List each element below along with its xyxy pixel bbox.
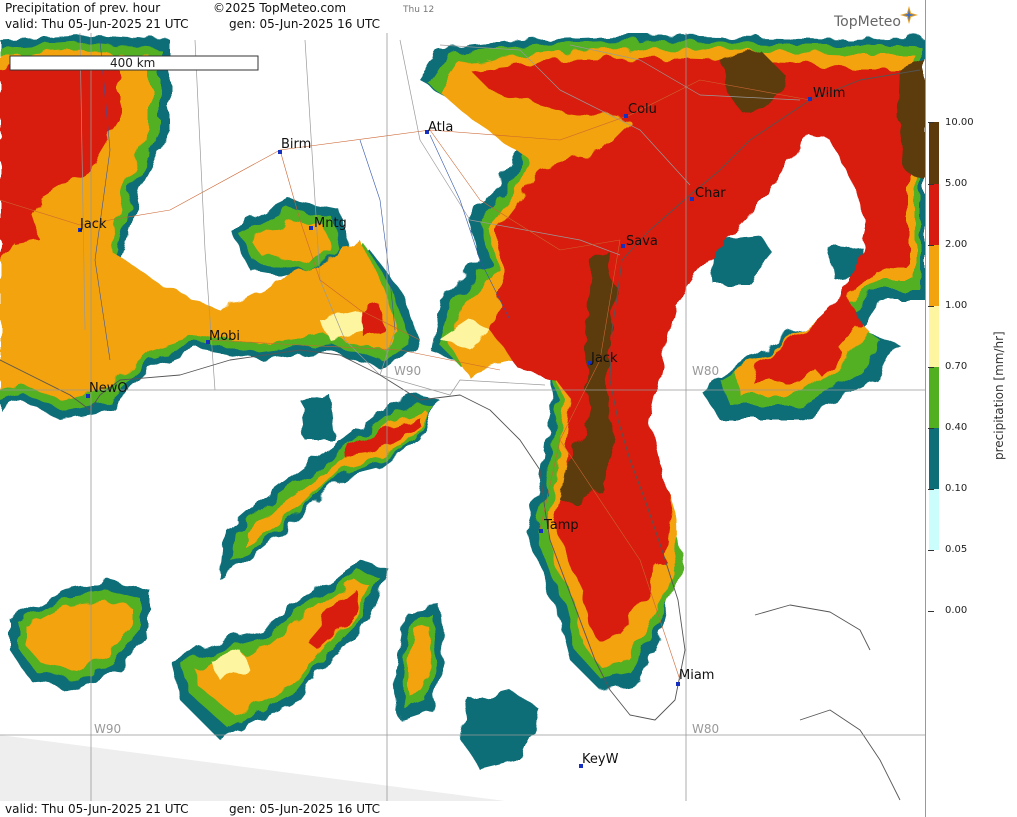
legend-title: precipitation [mm/hr] (992, 331, 1006, 460)
legend-tick (928, 611, 934, 612)
legend-level-5: 5.00 (945, 178, 968, 189)
map-header: Precipitation of prev. hour ©2025 TopMet… (0, 0, 925, 33)
legend-tick (928, 428, 934, 429)
legend-level-1: 1.00 (945, 300, 968, 311)
footer-valid-time: valid: Thu 05-Jun-2025 21 UTC (5, 802, 189, 816)
precipitation-map: 400 km W90 W80 W90 W80 Atla Birm Mntg Ja… (0, 33, 925, 803)
map-footer: valid: Thu 05-Jun-2025 21 UTC gen: 05-Ju… (0, 801, 925, 817)
city-label-jackson-ms: Jack (79, 217, 107, 232)
legend-level-04: 0.40 (945, 422, 968, 433)
city-label-jacksonville: Jack (590, 351, 618, 366)
city-label-newo: NewO (89, 381, 128, 396)
city-label-sava: Sava (626, 234, 658, 249)
city-label-mntg: Mntg (314, 216, 347, 231)
precip-layer (0, 35, 925, 770)
valid-time: valid: Thu 05-Jun-2025 21 UTC (5, 17, 189, 31)
city-label-mobi: Mobi (209, 329, 240, 344)
city-label-char: Char (695, 186, 726, 201)
city-label-miam: Miam (679, 668, 714, 683)
legend-tick (928, 489, 934, 490)
legend-tick (928, 550, 934, 551)
meridian-label-w80-bottom: W80 (692, 722, 719, 736)
city-label-tamp: Tamp (543, 518, 579, 533)
scale-label: 400 km (110, 56, 155, 70)
legend-level-10: 10.00 (945, 117, 974, 128)
legend-level-07: 0.70 (945, 361, 968, 372)
city-label-atla: Atla (428, 120, 453, 135)
compass-star-icon (900, 6, 918, 24)
meridian-label-w90-bottom: W90 (94, 722, 121, 736)
legend-level-005: 0.05 (945, 544, 968, 555)
map-canvas: 400 km W90 W80 W90 W80 Atla Birm Mntg Ja… (0, 33, 925, 803)
meridian-label-w90-top: W90 (394, 364, 421, 378)
day-tag: Thu 12 (403, 5, 435, 15)
legend-tick (928, 122, 934, 123)
map-title: Precipitation of prev. hour (5, 1, 161, 15)
copyright-text: ©2025 TopMeteo.com (213, 1, 347, 15)
legend-level-2: 2.00 (945, 239, 968, 250)
topmeteo-logo: TopMeteo (834, 14, 901, 30)
legend-tick (928, 245, 934, 246)
city-label-colu: Colu (628, 102, 657, 117)
footer-generated-time: gen: 05-Jun-2025 16 UTC (229, 802, 381, 816)
legend-level-0: 0.00 (945, 605, 968, 616)
no-data-region (0, 735, 520, 803)
city-label-wilm: Wilm (813, 86, 845, 101)
city-label-keyw: KeyW (582, 752, 619, 767)
legend-tick (928, 306, 934, 307)
legend-tick (928, 184, 934, 185)
meridian-label-w80-top: W80 (692, 364, 719, 378)
scale-bar: 400 km (9, 55, 259, 71)
city-label-birm: Birm (281, 137, 311, 152)
legend-level-01: 0.10 (945, 483, 968, 494)
legend-tick (928, 367, 934, 368)
generated-time: gen: 05-Jun-2025 16 UTC (229, 17, 381, 31)
